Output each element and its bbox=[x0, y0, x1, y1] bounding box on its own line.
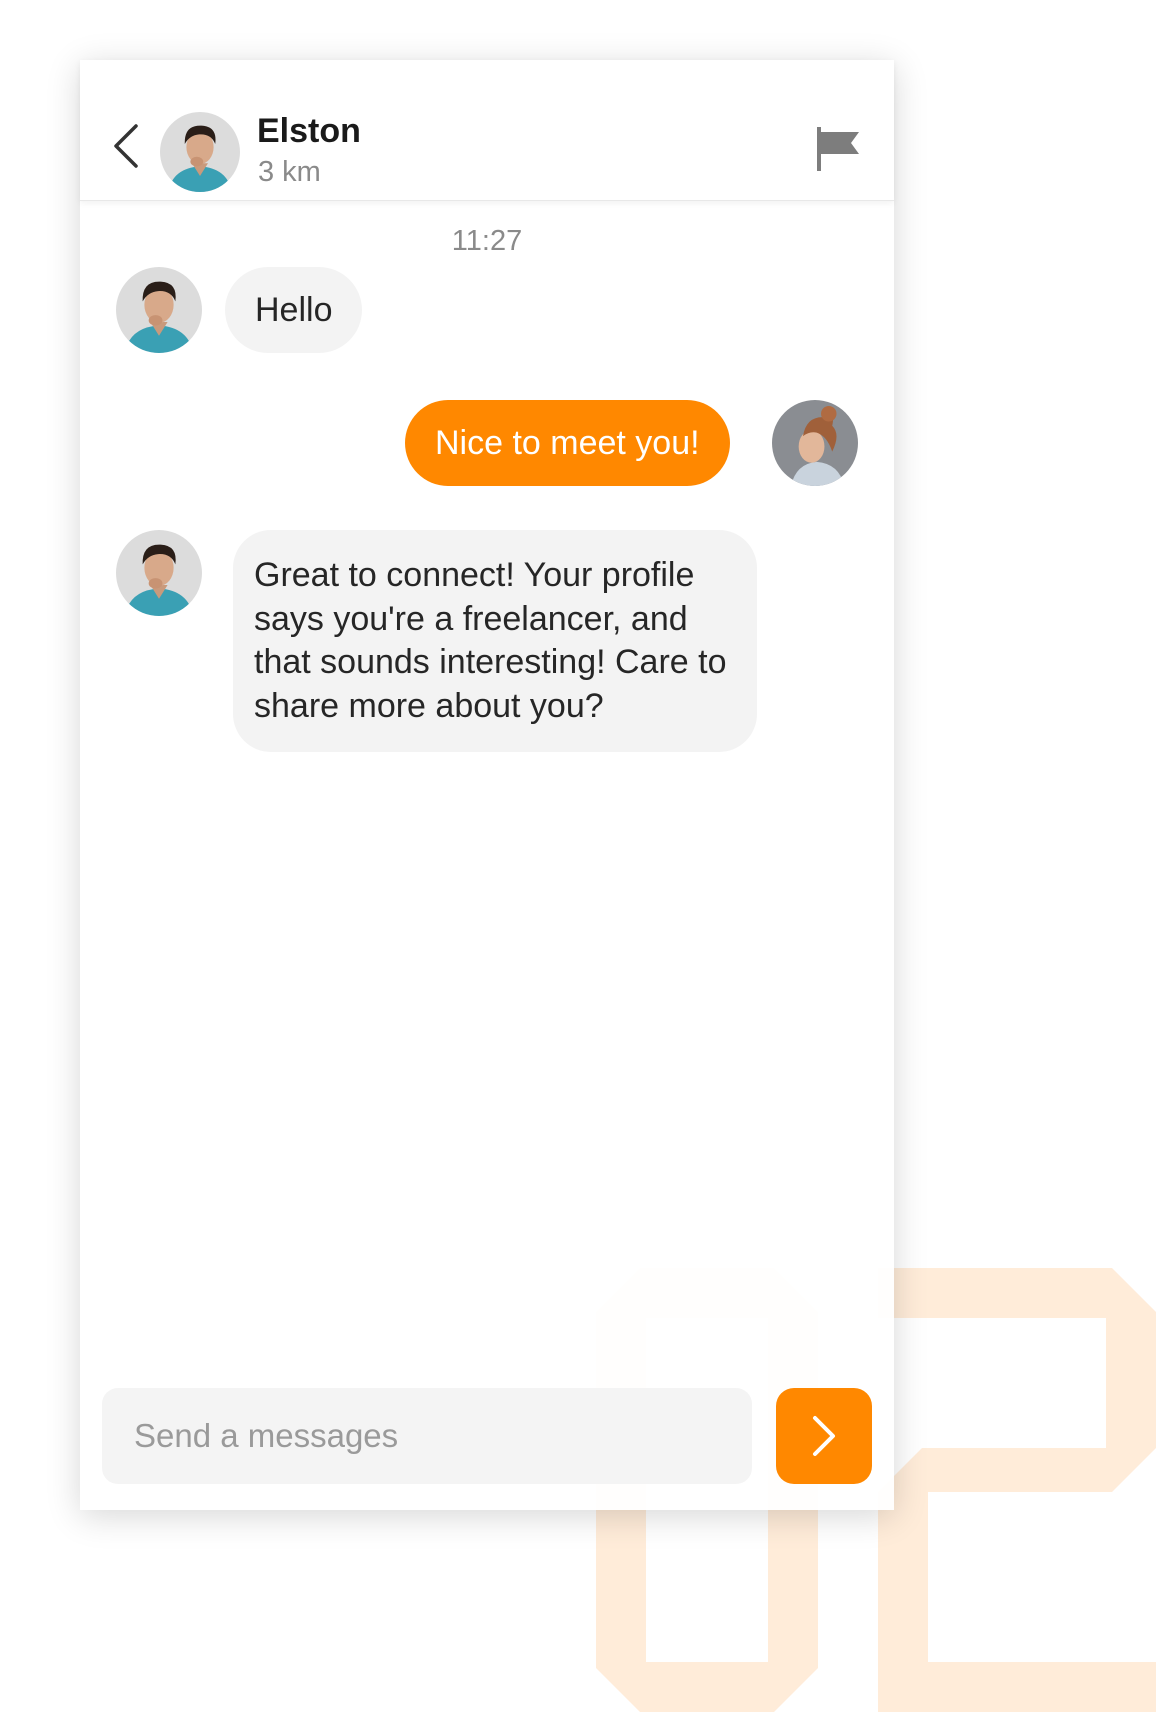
contact-avatar[interactable] bbox=[160, 112, 240, 192]
contact-distance: 3 km bbox=[258, 156, 321, 188]
chat-screen: Elston 3 km 11:27 Hello Nice to meet you… bbox=[80, 60, 894, 1510]
incoming-message-bubble: Hello bbox=[225, 267, 363, 353]
chevron-right-icon bbox=[813, 1416, 835, 1456]
chevron-left-icon bbox=[114, 124, 138, 168]
message-input[interactable] bbox=[102, 1388, 752, 1484]
back-button[interactable] bbox=[110, 122, 144, 170]
outgoing-message-bubble: Nice to meet you! bbox=[405, 400, 730, 486]
contact-name: Elston bbox=[257, 112, 361, 150]
message-timestamp: 11:27 bbox=[451, 225, 523, 257]
contact-avatar[interactable] bbox=[116, 530, 202, 616]
flag-icon bbox=[817, 127, 859, 171]
chat-header: Elston 3 km bbox=[80, 60, 894, 201]
incoming-message-bubble: Great to connect! Your profile says you'… bbox=[233, 530, 757, 752]
user-avatar[interactable] bbox=[772, 400, 858, 486]
contact-avatar[interactable] bbox=[116, 267, 202, 353]
send-button[interactable] bbox=[776, 1388, 872, 1484]
report-button[interactable] bbox=[815, 126, 861, 172]
